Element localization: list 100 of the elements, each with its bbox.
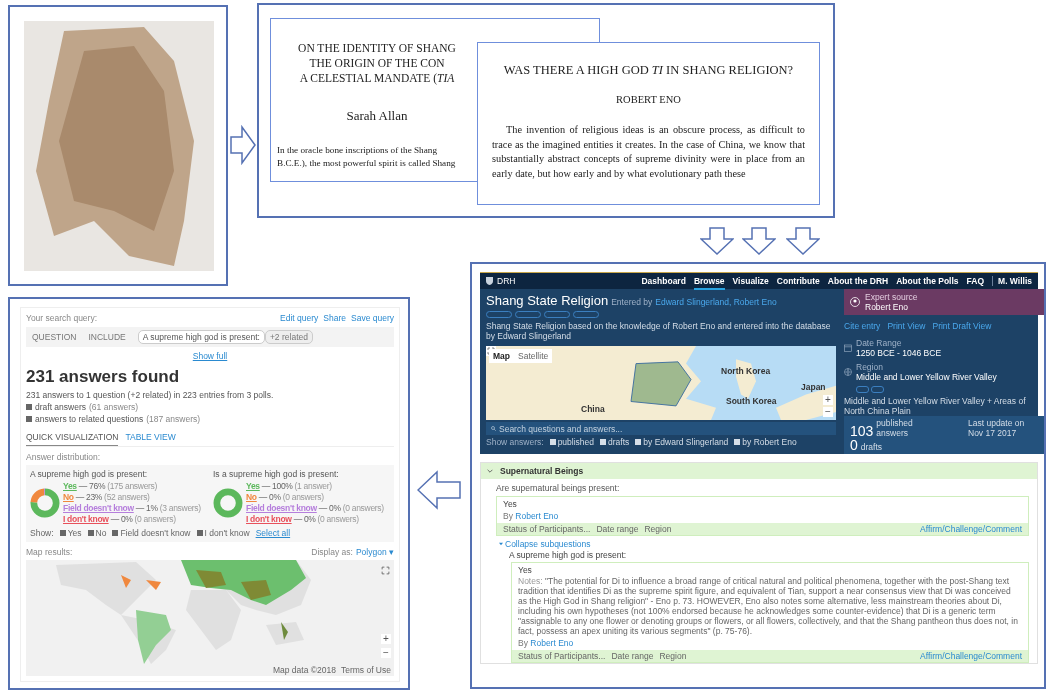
- filter-label: by Robert Eno: [742, 437, 797, 447]
- filter-label: published: [557, 437, 595, 447]
- meta-link[interactable]: Region: [659, 651, 687, 661]
- search-icon: [491, 426, 496, 431]
- filter-label: I don't know: [204, 528, 250, 538]
- nav-link[interactable]: Browse: [693, 272, 725, 290]
- legend-count: (3 answers): [159, 503, 201, 513]
- view-tab[interactable]: TABLE VIEW: [125, 430, 176, 446]
- zoom-button[interactable]: +: [381, 634, 391, 644]
- subquestion-text: A supreme high god is present:: [509, 550, 628, 560]
- donut-slice: [213, 488, 243, 517]
- site-logo[interactable]: DRH: [497, 276, 516, 286]
- option-count: (187 answers): [146, 414, 201, 424]
- query-action-link[interactable]: Edit query: [280, 313, 319, 323]
- meta-link[interactable]: Date range: [611, 651, 654, 661]
- affirm-link[interactable]: Affirm/Challenge/Comment: [920, 651, 1022, 661]
- checkbox[interactable]: [112, 530, 119, 536]
- legend-value: — 76%: [78, 481, 106, 491]
- legend-value: — 0%: [293, 514, 316, 524]
- filter-label: by Edward Slingerland: [643, 437, 729, 447]
- affirm-link[interactable]: Affirm/Challenge/Comment: [920, 524, 1022, 534]
- show-full-link[interactable]: Show full: [192, 351, 228, 361]
- map-credit: Terms of Use: [340, 665, 391, 675]
- region-label: Region: [856, 362, 884, 372]
- map-label: China: [581, 404, 605, 414]
- checkbox[interactable]: [26, 404, 32, 410]
- filter-label: Field doesn't know: [120, 528, 191, 538]
- map-label: Japan: [801, 382, 826, 392]
- tag-pill[interactable]: [856, 386, 869, 393]
- query-action-link[interactable]: Save query: [351, 313, 394, 323]
- tag-pill[interactable]: [871, 386, 884, 393]
- map-type-tab[interactable]: Satellite: [514, 349, 553, 363]
- nav-link[interactable]: Contribute: [776, 272, 820, 290]
- stat-value: 103: [850, 424, 874, 438]
- article-title-line: ON THE IDENTITY OF SHANG: [298, 41, 456, 56]
- meta-link[interactable]: Date range: [596, 524, 639, 534]
- author-link[interactable]: Edward Slingerland, Robert Eno: [655, 297, 777, 307]
- entry-title: Shang State Religion: [486, 293, 609, 308]
- query-chip[interactable]: A supreme high god is present:: [137, 330, 265, 344]
- select-all-link[interactable]: Select all: [255, 528, 291, 538]
- filter-label: No: [95, 528, 107, 538]
- last-update-text: Last update on Nov 17 2017: [968, 418, 1026, 438]
- action-link[interactable]: Print View: [887, 321, 926, 331]
- meta-link[interactable]: Status of Participants...: [518, 651, 606, 661]
- filter-label: Yes: [67, 528, 82, 538]
- map-type-tab[interactable]: Map: [489, 349, 514, 363]
- zoom-button[interactable]: −: [381, 648, 391, 658]
- checkbox[interactable]: [26, 416, 32, 422]
- section-header[interactable]: Supernatural Beings: [481, 463, 1037, 479]
- meta-link[interactable]: Status of Participants...: [503, 524, 591, 534]
- legend-label[interactable]: I don't know: [246, 514, 292, 524]
- collapse-link[interactable]: Collapse subquestions: [505, 539, 591, 549]
- search-field[interactable]: Search questions and answers...: [486, 422, 836, 435]
- date-range-label: Date Range: [856, 338, 903, 348]
- author-link[interactable]: Robert Eno: [530, 638, 574, 648]
- checkbox[interactable]: [196, 530, 203, 536]
- view-tab[interactable]: QUICK VISUALIZATION: [26, 430, 119, 446]
- action-link[interactable]: Print Draft View: [932, 321, 992, 331]
- checkbox[interactable]: [59, 530, 66, 536]
- user-menu[interactable]: M. Willis: [992, 276, 1032, 286]
- article-title-line: A CELESTIAL MANDATE (TIA: [299, 71, 455, 86]
- answer-notes: Notes: "The potential for Di to influence a broad range of critical natural and political phenomena, together with the post-Shang text tradition that identifies Di as the supreme spirit figure, and equivalent of Tian, support a near consensus view that Di was conceived as the High God in Shang religion" - Eno p. 73. HOWEVER, Eno also notes some alternative, less mainstream theories about Di, including his own hypotheses (not 100% endorsed because he acknowledges some counter-evidence) that Di is a generic term "assignable to any one flower or denoting groups or flowers, or all flowers, collectively, and that the Shang pantheon thus does not, in fact, possess an apex uniting its various segments" (p. 75-76).: [518, 576, 1019, 636]
- nav-link[interactable]: Visualize: [732, 272, 769, 290]
- legend-label[interactable]: Field doesn't know: [63, 503, 134, 513]
- stat-label: published answers: [876, 418, 914, 438]
- author-link[interactable]: Robert Eno: [515, 511, 559, 521]
- nav-link[interactable]: FAQ: [966, 272, 985, 290]
- query-chip[interactable]: +2 related: [264, 330, 313, 344]
- checkbox[interactable]: [87, 530, 94, 536]
- zoom-button[interactable]: +: [823, 395, 833, 405]
- nav-link[interactable]: About the Polls: [896, 272, 959, 290]
- map-label: South Korea: [726, 396, 777, 406]
- action-link[interactable]: Cite entry: [844, 321, 881, 331]
- down-arrow-icon: [786, 227, 820, 255]
- distribution-label: Answer distribution:: [26, 452, 102, 462]
- date-range-value: 1250 BCE - 1046 BCE: [856, 348, 942, 358]
- query-action-link[interactable]: Share: [323, 313, 346, 323]
- query-label: Your search query:: [26, 313, 98, 323]
- expert-label: Expert source: [865, 292, 918, 302]
- filter-label: drafts: [608, 437, 630, 447]
- legend-label[interactable]: Field doesn't know: [246, 503, 317, 513]
- chevron-icon: [487, 468, 493, 474]
- section-title: Supernatural Beings: [500, 466, 584, 476]
- mode-label: INCLUDE: [88, 332, 126, 342]
- calendar-icon: [844, 344, 852, 352]
- down-arrow-icon: [742, 227, 776, 255]
- meta-link[interactable]: Region: [644, 524, 672, 534]
- nav-link[interactable]: Dashboard: [641, 272, 686, 290]
- zoom-button[interactable]: −: [823, 407, 833, 417]
- legend-count: (52 answers): [104, 492, 150, 502]
- nav-link[interactable]: About the DRH: [827, 272, 889, 290]
- show-answers-label: Show answers:: [486, 437, 544, 447]
- shield-icon: [486, 277, 493, 285]
- world-map-view[interactable]: + − Map data ©2018 Terms of Use: [26, 560, 394, 676]
- legend-label[interactable]: I don't know: [63, 514, 109, 524]
- map-view[interactable]: Map Satellite China North Korea South Korea Japan + −: [486, 346, 836, 420]
- article-title-line: THE ORIGIN OF THE CON: [309, 56, 445, 71]
- legend-value: — 0%: [110, 514, 133, 524]
- display-dropdown[interactable]: Polygon ▾: [355, 547, 394, 557]
- option-label: answers to related questions: [35, 414, 144, 424]
